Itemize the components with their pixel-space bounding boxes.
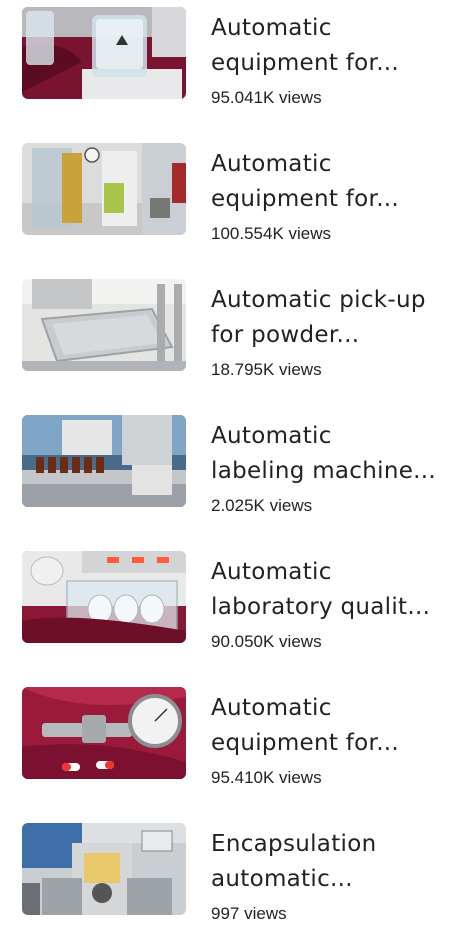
- video-item[interactable]: Automatic pick-up for powder... 18.795K …: [0, 279, 463, 399]
- video-title[interactable]: Automatic equipment for...: [211, 691, 451, 761]
- video-title[interactable]: Automatic laboratory qualit...: [211, 555, 451, 625]
- video-list: Automatic equipment for... 95.041K views…: [0, 0, 463, 925]
- video-item[interactable]: Automatic equipment for... 95.410K views: [0, 687, 463, 807]
- view-count: 100.554K views: [211, 224, 332, 243]
- video-title[interactable]: Automatic equipment for...: [211, 11, 451, 81]
- view-count: 90.050K views: [211, 632, 322, 651]
- video-item[interactable]: Automatic equipment for... 100.554K view…: [0, 143, 463, 263]
- video-item[interactable]: Automatic laboratory qualit... 90.050K v…: [0, 551, 463, 671]
- view-count: 95.410K views: [211, 768, 322, 787]
- video-item[interactable]: Encapsulation automatic... 997 views: [0, 823, 463, 943]
- view-count: 95.041K views: [211, 88, 322, 107]
- video-title[interactable]: Automatic labeling machine...: [211, 419, 451, 489]
- video-item[interactable]: Automatic labeling machine... 2.025K vie…: [0, 415, 463, 535]
- video-title[interactable]: Automatic equipment for...: [211, 147, 451, 217]
- dissolution-tester-thumbnail[interactable]: [22, 551, 186, 643]
- video-item[interactable]: Automatic equipment for... 95.041K views: [0, 7, 463, 127]
- view-count: 997 views: [211, 904, 287, 923]
- view-count: 2.025K views: [211, 496, 313, 515]
- powder-tray-thumbnail[interactable]: [22, 279, 186, 371]
- encapsulation-machine-thumbnail[interactable]: [22, 823, 186, 915]
- video-title[interactable]: Automatic pick-up for powder...: [211, 283, 451, 353]
- video-title[interactable]: Encapsulation automatic...: [211, 827, 451, 897]
- capsule-gauge-thumbnail[interactable]: [22, 687, 186, 779]
- view-count: 18.795K views: [211, 360, 322, 379]
- lab-beaker-stirrer-thumbnail[interactable]: [22, 7, 186, 99]
- bottle-labeling-thumbnail[interactable]: [22, 415, 186, 507]
- packaging-machine-thumbnail[interactable]: [22, 143, 186, 235]
